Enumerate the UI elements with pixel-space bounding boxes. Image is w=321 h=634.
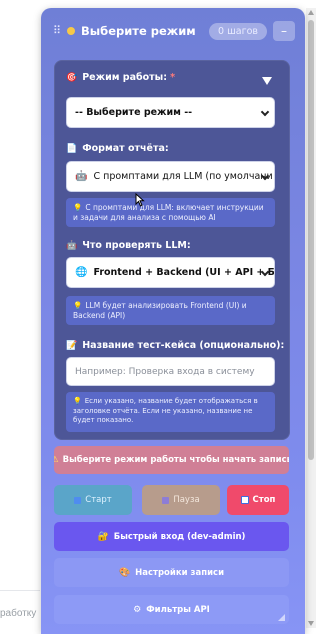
report-format-select[interactable]: 🤖 С промптами для LLM (по умолчани <box>66 161 275 192</box>
collapse-button[interactable]: – <box>273 21 295 41</box>
start-button[interactable]: Старт <box>54 485 132 515</box>
llm-check-value: Frontend + Backend (UI + API + БД) <box>93 267 275 278</box>
palette-icon: 🎨 <box>118 567 131 578</box>
panel-header[interactable]: ⠿ Выберите режим 0 шагов – <box>41 8 305 54</box>
steps-count-badge: 0 шагов <box>209 22 267 40</box>
lock-icon: 🔐 <box>97 531 109 542</box>
report-format-value: С промптами для LLM (по умолчани <box>93 171 273 182</box>
mode-label: 🎯 Режим работы: * <box>66 72 176 83</box>
stop-button[interactable]: Стоп <box>227 485 289 515</box>
recorder-panel: ⠿ Выберите режим 0 шагов – 🎯 Режим работ… <box>41 8 305 634</box>
bulb-icon: 💡 <box>73 203 83 212</box>
status-dot-icon <box>67 27 75 35</box>
api-filters-button[interactable]: ⚙ Фильтры API <box>54 595 289 624</box>
globe-icon: 🌐 <box>75 267 88 278</box>
test-name-input[interactable]: Например: Проверка входа в систему <box>66 357 275 386</box>
test-name-placeholder: Например: Проверка входа в систему <box>75 366 255 377</box>
llm-check-label: 🤖 Что проверять LLM: <box>66 240 191 251</box>
record-settings-button[interactable]: 🎨 Настройки записи <box>54 558 289 587</box>
memo-icon: 📝 <box>66 340 78 351</box>
triangle-down-icon[interactable] <box>262 77 272 85</box>
mode-select[interactable]: -- Выберите режим -- <box>66 97 275 128</box>
test-name-hint: 💡 Если указано, название будет отображать… <box>66 392 275 432</box>
robot-icon: 🤖 <box>66 240 78 251</box>
robot-icon: 🤖 <box>75 171 88 182</box>
gear-icon: ⚙ <box>133 604 142 615</box>
play-icon <box>74 496 82 504</box>
quick-login-button[interactable]: 🔐 Быстрый вход (dev-admin) <box>54 522 289 551</box>
drag-handle-icon[interactable]: ⠿ <box>53 25 63 36</box>
scroll-up-arrow-icon[interactable] <box>308 10 314 15</box>
chevron-down-icon <box>260 107 270 117</box>
mouse-cursor-icon <box>135 193 145 207</box>
mode-select-value: -- Выберите режим -- <box>75 107 193 118</box>
panel-title: Выберите режим <box>81 24 196 38</box>
test-name-label: 📝 Название тест-кейса (опционально): <box>66 340 285 351</box>
required-mark: * <box>170 72 176 83</box>
target-icon: 🎯 <box>66 72 78 83</box>
bulb-icon: 💡 <box>73 301 83 310</box>
background-divider <box>0 590 40 591</box>
mode-warning-banner: ⚠ Выберите режим работы чтобы начать зап… <box>54 446 289 474</box>
pause-button[interactable]: Пауза <box>142 485 220 515</box>
pause-icon <box>162 496 170 504</box>
report-format-label: 📄 Формат отчёта: <box>66 143 169 154</box>
document-icon: 📄 <box>66 143 78 154</box>
background-page-text: работку <box>0 608 37 619</box>
bulb-icon: 💡 <box>73 397 82 405</box>
llm-check-select[interactable]: 🌐 Frontend + Backend (UI + API + БД) <box>66 257 275 288</box>
scroll-down-arrow-icon[interactable] <box>308 621 314 626</box>
stop-icon <box>240 496 249 504</box>
scroll-thumb[interactable] <box>308 20 314 460</box>
warning-icon: ⚠ <box>54 455 59 465</box>
recording-controls: Старт Пауза Стоп <box>54 485 289 515</box>
settings-form: 🎯 Режим работы: * -- Выберите режим -- 📄 … <box>54 60 290 440</box>
llm-check-hint: 💡 LLM будет анализировать Frontend (UI) и… <box>66 296 275 325</box>
report-format-hint: 💡 С промптами для LLM: включает инструкци… <box>66 198 275 227</box>
resize-grip-icon[interactable] <box>278 614 285 621</box>
panel-scrollbar[interactable] <box>306 8 316 628</box>
